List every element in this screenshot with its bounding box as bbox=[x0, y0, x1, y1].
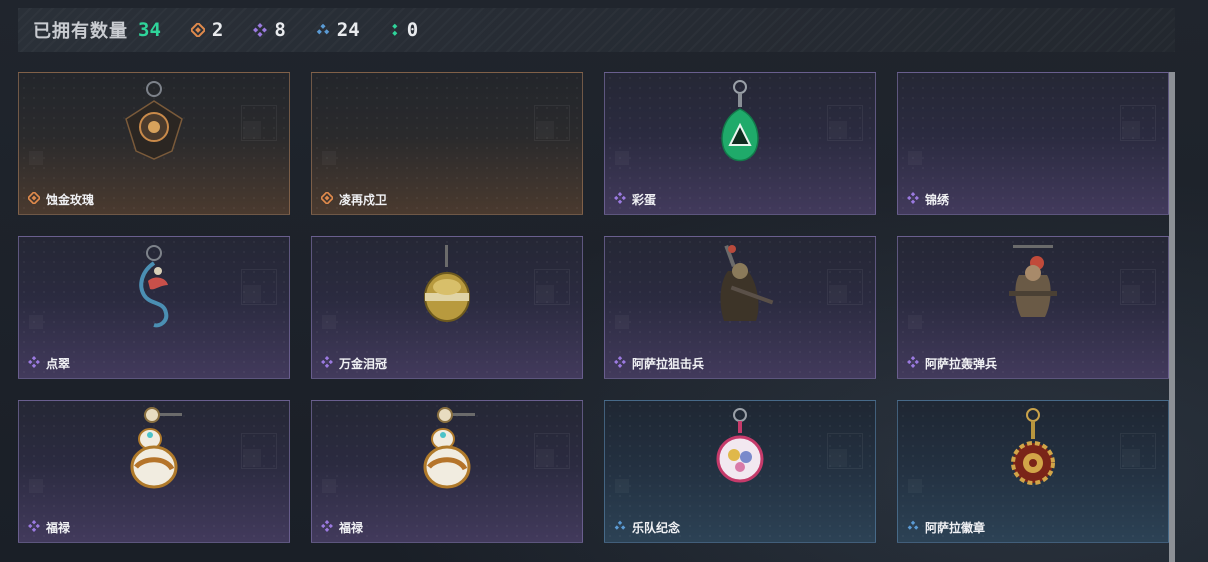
purple-diamond-icon bbox=[907, 192, 919, 207]
card-decoration bbox=[29, 151, 43, 165]
purple-diamond-icon bbox=[321, 520, 333, 535]
purple-diamond-icon bbox=[28, 520, 40, 535]
item-card[interactable]: 阿萨拉轰弹兵 bbox=[897, 236, 1169, 379]
card-decoration bbox=[615, 151, 629, 165]
card-decoration bbox=[829, 285, 847, 303]
rarity-count-value: 0 bbox=[406, 19, 419, 41]
item-card[interactable]: 锦绣 bbox=[897, 72, 1169, 215]
card-decoration bbox=[29, 479, 43, 493]
item-name-row: 万金泪冠 bbox=[321, 355, 387, 372]
green-dots-icon bbox=[391, 23, 398, 36]
card-decoration bbox=[1122, 121, 1140, 139]
owned-label: 已拥有数量 bbox=[33, 21, 128, 41]
item-name-row: 彩蛋 bbox=[614, 191, 656, 208]
card-decoration bbox=[29, 315, 43, 329]
rarity-count-value: 8 bbox=[274, 19, 286, 41]
golden-orb-image bbox=[407, 241, 487, 336]
item-name-row: 凌再戍卫 bbox=[319, 190, 388, 208]
item-card[interactable]: 乐队纪念 bbox=[604, 400, 876, 543]
card-decoration bbox=[536, 449, 554, 467]
sniper-figure-image bbox=[700, 241, 780, 336]
card-decoration bbox=[908, 315, 922, 329]
purple-diamond-icon bbox=[321, 356, 333, 371]
item-card[interactable]: 彩蛋 bbox=[604, 72, 876, 215]
item-name: 福禄 bbox=[339, 521, 364, 535]
gourd-charm-image bbox=[407, 405, 487, 500]
blue-diamond-icon bbox=[907, 520, 919, 535]
item-name: 福禄 bbox=[46, 521, 71, 535]
orange-diamond-icon bbox=[190, 23, 205, 37]
orange-diamond-icon bbox=[319, 190, 335, 207]
item-card[interactable]: 阿萨拉徽章 bbox=[897, 400, 1169, 543]
purple-diamond-icon bbox=[28, 356, 40, 371]
orange-diamond-icon bbox=[26, 190, 42, 207]
card-decoration bbox=[829, 449, 847, 467]
item-name: 蚀金玫瑰 bbox=[46, 193, 95, 207]
item-name-row: 福禄 bbox=[321, 519, 363, 536]
card-decoration bbox=[536, 121, 554, 139]
green-triangle-tag-image bbox=[700, 77, 780, 172]
item-name: 彩蛋 bbox=[632, 193, 657, 207]
item-name: 乐队纪念 bbox=[632, 521, 681, 535]
scrollbar-thumb[interactable] bbox=[1169, 72, 1175, 562]
gourd-charm-image bbox=[114, 405, 194, 500]
item-name: 阿萨拉轰弹兵 bbox=[925, 357, 998, 371]
card-decoration bbox=[536, 285, 554, 303]
item-name-row: 乐队纪念 bbox=[614, 519, 680, 536]
item-name-row: 阿萨拉狙击兵 bbox=[614, 355, 704, 372]
item-name: 锦绣 bbox=[925, 193, 950, 207]
purple-diamond-icon bbox=[614, 192, 626, 207]
item-name: 点翠 bbox=[46, 357, 71, 371]
asala-medal-image bbox=[993, 405, 1073, 500]
owned-count: 34 bbox=[138, 19, 161, 41]
item-card[interactable]: 福禄 bbox=[311, 400, 583, 543]
card-decoration bbox=[1122, 449, 1140, 467]
card-decoration bbox=[322, 315, 336, 329]
item-name-row: 阿萨拉轰弹兵 bbox=[907, 355, 997, 372]
item-name-row: 阿萨拉徽章 bbox=[907, 519, 985, 536]
rarity-count-value: 2 bbox=[211, 19, 224, 41]
item-card[interactable]: 福禄 bbox=[18, 400, 290, 543]
card-decoration bbox=[322, 151, 336, 165]
item-name-row: 蚀金玫瑰 bbox=[26, 190, 95, 208]
item-card[interactable]: 蚀金玫瑰 bbox=[18, 72, 290, 215]
purple-diamond-icon bbox=[253, 23, 268, 37]
item-name: 凌再戍卫 bbox=[339, 193, 388, 207]
phoenix-charm-image bbox=[114, 241, 194, 336]
card-decoration bbox=[615, 315, 629, 329]
item-name-row: 福禄 bbox=[28, 519, 70, 536]
rarity-count-blue: 24 bbox=[316, 19, 360, 41]
purple-diamond-icon bbox=[614, 356, 626, 371]
item-card[interactable]: 阿萨拉狙击兵 bbox=[604, 236, 876, 379]
owned-count-bar: 已拥有数量 34 2 8 24 0 bbox=[18, 8, 1175, 52]
blue-diamond-icon bbox=[316, 23, 330, 35]
card-decoration bbox=[615, 479, 629, 493]
item-name: 阿萨拉徽章 bbox=[925, 521, 986, 535]
item-name: 阿萨拉狙击兵 bbox=[632, 357, 705, 371]
band-badge-image bbox=[700, 405, 780, 500]
card-decoration bbox=[243, 121, 261, 139]
item-name-row: 锦绣 bbox=[907, 191, 949, 208]
rarity-count-purple: 8 bbox=[253, 19, 286, 41]
card-decoration bbox=[1122, 285, 1140, 303]
rarity-count-orange: 2 bbox=[190, 19, 224, 41]
rarity-count-value: 24 bbox=[336, 19, 360, 41]
item-card[interactable]: 万金泪冠 bbox=[311, 236, 583, 379]
rose-pendant-image bbox=[114, 77, 194, 172]
card-decoration bbox=[829, 121, 847, 139]
blue-diamond-icon bbox=[614, 520, 626, 535]
card-decoration bbox=[243, 449, 261, 467]
grenadier-figure-image bbox=[993, 241, 1073, 336]
rarity-count-green: 0 bbox=[390, 19, 418, 41]
item-card[interactable]: 凌再戍卫 bbox=[311, 72, 583, 215]
card-decoration bbox=[243, 285, 261, 303]
item-card[interactable]: 点翠 bbox=[18, 236, 290, 379]
card-decoration bbox=[908, 151, 922, 165]
item-name-row: 点翠 bbox=[28, 355, 70, 372]
card-decoration bbox=[908, 479, 922, 493]
item-name: 万金泪冠 bbox=[339, 357, 388, 371]
card-decoration bbox=[322, 479, 336, 493]
purple-diamond-icon bbox=[907, 356, 919, 371]
